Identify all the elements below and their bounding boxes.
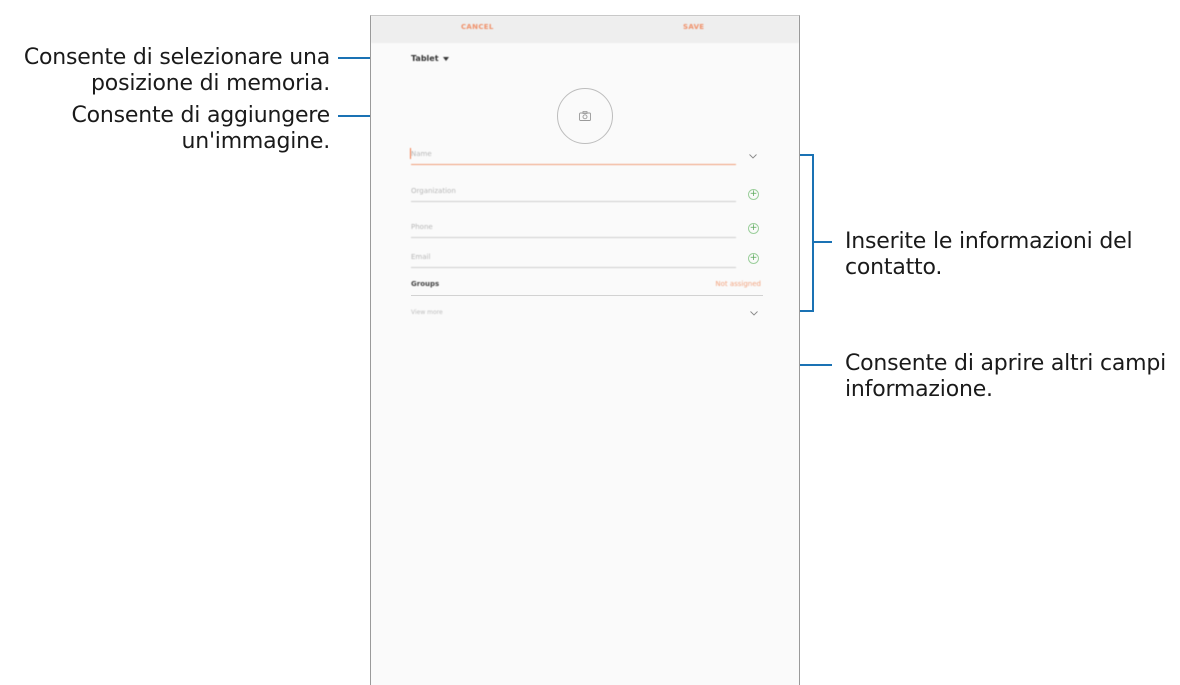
view-more-link[interactable]: View more bbox=[411, 309, 443, 316]
device-screen: CANCEL SAVE Tablet Name Organization + P… bbox=[370, 15, 800, 685]
name-expand-chevron-down-icon[interactable] bbox=[749, 154, 757, 159]
callout-storage-line-1: Consente di selezionare una bbox=[23, 45, 330, 70]
callout-contact-line-1: Inserite le informazioni del bbox=[845, 229, 1133, 254]
email-placeholder: Email bbox=[411, 253, 431, 261]
callout-more-line-1: Consente di aprire altri campi bbox=[845, 351, 1167, 376]
callout-more: Consente di aprire altri campi informazi… bbox=[845, 351, 1166, 403]
email-field[interactable]: Email bbox=[411, 253, 736, 268]
view-more-chevron-down-icon[interactable] bbox=[750, 311, 758, 316]
groups-label: Groups bbox=[411, 280, 440, 288]
leader-contact bbox=[814, 241, 832, 243]
add-phone-plus-icon[interactable]: + bbox=[748, 223, 759, 234]
phone-field[interactable]: Phone bbox=[411, 223, 736, 238]
add-email-plus-icon[interactable]: + bbox=[748, 253, 759, 264]
top-action-bar: CANCEL SAVE bbox=[371, 16, 799, 43]
callout-image-line-1: Consente di aggiungere bbox=[71, 103, 330, 128]
callout-contact: Inserite le informazioni del contatto. bbox=[845, 229, 1133, 281]
camera-icon bbox=[579, 111, 591, 121]
callout-more-line-2: informazione. bbox=[845, 377, 993, 402]
organization-placeholder: Organization bbox=[411, 187, 456, 195]
cancel-button[interactable]: CANCEL bbox=[461, 23, 494, 31]
callout-image: Consente di aggiungere un'immagine. bbox=[71, 103, 330, 155]
add-photo-button[interactable] bbox=[557, 88, 613, 144]
dropdown-caret-icon bbox=[442, 56, 449, 61]
add-organization-plus-icon[interactable]: + bbox=[748, 189, 759, 200]
callout-image-line-2: un'immagine. bbox=[181, 129, 330, 154]
callout-contact-line-2: contatto. bbox=[845, 255, 943, 280]
phone-placeholder: Phone bbox=[411, 223, 433, 231]
organization-field[interactable]: Organization bbox=[411, 187, 736, 202]
groups-divider bbox=[411, 295, 763, 296]
save-button[interactable]: SAVE bbox=[683, 23, 704, 31]
storage-selector-label: Tablet bbox=[411, 54, 439, 63]
callout-storage: Consente di selezionare una posizione di… bbox=[24, 45, 330, 97]
name-field[interactable]: Name bbox=[410, 148, 736, 165]
groups-value[interactable]: Not assigned bbox=[715, 280, 761, 288]
name-placeholder: Name bbox=[411, 150, 432, 158]
bracket-contact-vertical bbox=[812, 154, 814, 312]
callout-storage-line-2: posizione di memoria. bbox=[91, 71, 330, 96]
storage-selector[interactable]: Tablet bbox=[411, 54, 449, 63]
